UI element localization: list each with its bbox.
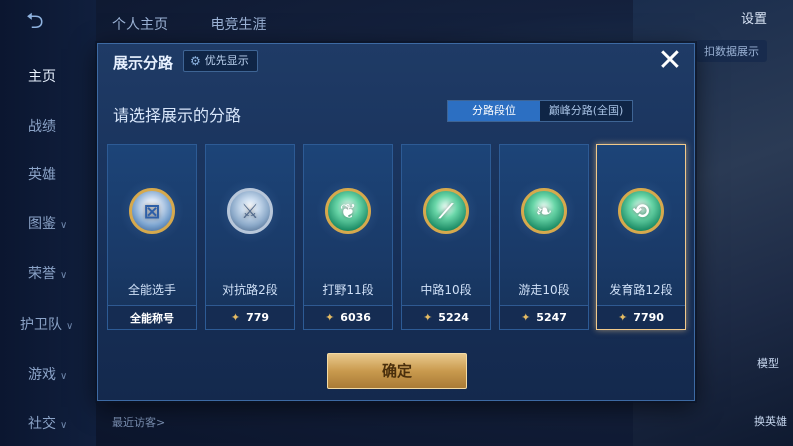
sidebar-item-label: 游戏 (28, 367, 56, 383)
clash-lane-badge-icon: ⚔ (227, 188, 273, 234)
sidebar-item-heroes[interactable]: 英雄 (0, 164, 96, 184)
tab-esports-career[interactable]: 电竞生涯 (210, 17, 266, 33)
chevron-down-icon: ∨ (60, 420, 68, 431)
points-icon: ✦ (618, 311, 628, 324)
dialog-title: 展示分路 (113, 54, 174, 72)
lane-card-name: 全能选手 (127, 283, 176, 297)
lane-card-mid-lane[interactable]: ⟋ 中路10段 ✦ 5224 (401, 144, 491, 330)
left-sidebar: ⮌ 主页 战绩 英雄 图鉴 ∨ 荣誉 ∨ 护卫队 ∨ 游戏 ∨ 社交 ∨ (0, 0, 96, 446)
lane-card-footer: ✦ 5247 (500, 305, 588, 329)
back-icon[interactable]: ⮌ (26, 10, 66, 34)
chevron-down-icon: ∨ (60, 220, 68, 231)
sidebar-item-label: 主页 (28, 69, 56, 85)
roam-badge-icon: ❧ (521, 188, 567, 234)
sidebar-item-record[interactable]: 战绩 (0, 116, 96, 136)
lane-card-footer: 全能称号 (108, 305, 196, 329)
lane-card-clash-lane[interactable]: ⚔ 对抗路2段 ✦ 779 (205, 144, 295, 330)
sidebar-item-label: 英雄 (28, 167, 56, 183)
lane-display-dialog: 展示分路 ⚙ 优先显示 ✕ 请选择展示的分路 分路段位 巅峰分路(全国) ⊠ 全… (97, 43, 695, 401)
lane-card-title: 全能称号 (130, 311, 174, 325)
lane-card-name: 游走10段 (518, 283, 570, 297)
data-display-button[interactable]: 扣数据展示 (696, 40, 767, 62)
chevron-down-icon: ∨ (60, 270, 68, 281)
all-round-badge-icon: ⊠ (129, 188, 175, 234)
tab-lane-rank[interactable]: 分路段位 (448, 101, 540, 121)
mid-lane-badge-icon: ⟋ (423, 188, 469, 234)
points-icon: ✦ (423, 311, 433, 324)
chevron-down-icon: ∨ (60, 371, 68, 382)
lane-card-name: 中路10段 (420, 283, 472, 297)
priority-display-button[interactable]: ⚙ 优先显示 (183, 50, 258, 72)
sidebar-item-guard[interactable]: 护卫队 ∨ (0, 314, 96, 334)
model-button[interactable]: 模型 (757, 355, 779, 371)
tab-peak-lane[interactable]: 巅峰分路(全国) (540, 101, 632, 121)
lane-card-footer: ✦ 779 (206, 305, 294, 329)
lane-card-name: 对抗路2段 (222, 283, 278, 297)
close-button[interactable]: ✕ (655, 46, 685, 77)
lane-card-points: 6036 (340, 311, 371, 324)
farm-lane-badge-icon: ⟲ (618, 188, 664, 234)
lane-card-name: 打野11段 (322, 283, 374, 297)
jungle-badge-icon: ❦ (325, 188, 371, 234)
sidebar-item-label: 战绩 (28, 119, 56, 135)
lane-card-footer: ✦ 6036 (304, 305, 392, 329)
lane-card-points: 5247 (536, 311, 567, 324)
sidebar-item-atlas[interactable]: 图鉴 ∨ (0, 213, 96, 233)
points-icon: ✦ (230, 311, 241, 324)
top-tabs: 个人主页 电竞生涯 (112, 14, 304, 34)
lane-mode-switch: 分路段位 巅峰分路(全国) (447, 100, 633, 122)
lane-card-jungle[interactable]: ❦ 打野11段 ✦ 6036 (303, 144, 393, 330)
gear-icon: ⚙ (190, 54, 201, 68)
settings-button[interactable]: 设置 (741, 8, 767, 27)
sidebar-item-label: 社交 (28, 416, 56, 432)
confirm-button[interactable]: 确定 (327, 353, 467, 389)
priority-display-label: 优先显示 (204, 54, 249, 67)
recent-visitors-link[interactable]: 最近访客> (112, 414, 165, 430)
lane-card-name: 发育路12段 (609, 283, 673, 297)
lane-card-points: 5224 (438, 311, 469, 324)
dialog-subtitle: 请选择展示的分路 (113, 106, 242, 125)
chevron-down-icon: ∨ (66, 321, 74, 332)
points-icon: ✦ (521, 311, 531, 324)
tab-profile[interactable]: 个人主页 (112, 17, 168, 33)
points-icon: ✦ (325, 311, 335, 324)
sidebar-item-label: 荣誉 (28, 266, 56, 282)
sidebar-item-honor[interactable]: 荣誉 ∨ (0, 263, 96, 283)
sidebar-item-games[interactable]: 游戏 ∨ (0, 364, 96, 384)
swap-hero-button[interactable]: 换英雄 (754, 413, 787, 429)
lane-card-all-round[interactable]: ⊠ 全能选手 全能称号 (107, 144, 197, 330)
sidebar-item-social[interactable]: 社交 ∨ (0, 413, 96, 433)
lane-card-farm-lane[interactable]: ⟲ 发育路12段 ✦ 7790 (596, 144, 686, 330)
sidebar-item-label: 图鉴 (28, 216, 56, 232)
sidebar-item-home[interactable]: 主页 (0, 66, 96, 86)
lane-card-points: 779 (246, 311, 270, 324)
sidebar-item-label: 护卫队 (20, 317, 62, 333)
lane-card-footer: ✦ 5224 (402, 305, 490, 329)
lane-card-footer: ✦ 7790 (597, 305, 685, 329)
lane-card-points: 7790 (633, 311, 664, 324)
lane-card-roam[interactable]: ❧ 游走10段 ✦ 5247 (499, 144, 589, 330)
